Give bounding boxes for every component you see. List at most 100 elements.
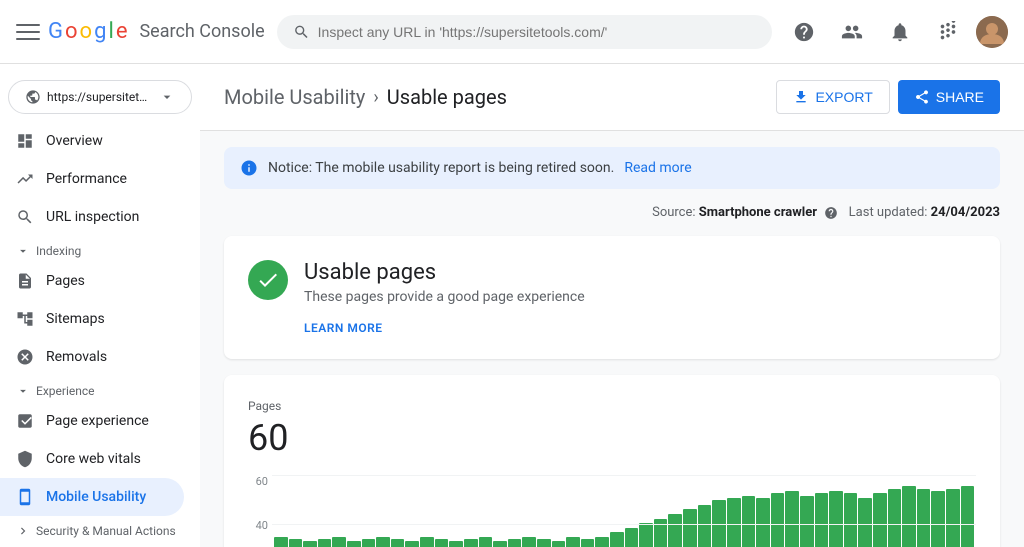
sidebar-item-mobile-usability[interactable]: Mobile Usability <box>0 478 184 516</box>
logo-g-blue: G <box>48 19 63 44</box>
bar <box>376 537 390 547</box>
sidebar-item-page-experience[interactable]: Page experience <box>0 402 184 440</box>
cwv-icon <box>16 450 34 468</box>
bar <box>508 539 522 547</box>
bar <box>479 537 493 547</box>
check-icon <box>256 268 280 292</box>
breadcrumb-current: Usable pages <box>387 85 507 109</box>
chart-area: 60 40 20 0 <box>248 475 976 547</box>
bar <box>683 509 697 547</box>
bar <box>362 539 376 547</box>
logo-g2-blue: g <box>94 19 106 44</box>
header-actions: EXPORT SHARE <box>776 80 1000 114</box>
sidebar-item-sitemaps[interactable]: Sitemaps <box>0 300 184 338</box>
experience-section[interactable]: Experience <box>0 376 200 402</box>
share-button[interactable]: SHARE <box>898 80 1000 114</box>
bar <box>639 523 653 547</box>
indexing-label: Indexing <box>36 244 81 258</box>
bar <box>537 539 551 547</box>
overview-label: Overview <box>46 133 103 149</box>
bar <box>435 539 449 547</box>
url-inspection-label: URL inspection <box>46 209 139 225</box>
topbar-actions <box>784 12 1008 52</box>
bar <box>391 539 405 547</box>
source-value: Smartphone crawler <box>699 205 817 220</box>
notifications-icon[interactable] <box>880 12 920 52</box>
logo-o-red: o <box>65 19 78 44</box>
bar <box>931 491 945 547</box>
bar <box>771 493 785 547</box>
chart-with-xaxis: 25/01/2023 06/02/2023 18/02/2023 02/03/2… <box>272 475 976 547</box>
main-body: Notice: The mobile usability report is b… <box>200 131 1024 547</box>
y-axis: 60 40 20 0 <box>248 475 272 547</box>
sidebar-item-performance[interactable]: Performance <box>0 160 184 198</box>
bar <box>668 514 682 547</box>
status-desc: These pages provide a good page experien… <box>304 289 976 305</box>
indexing-section[interactable]: Indexing <box>0 236 200 262</box>
breadcrumb-separator: › <box>373 87 378 108</box>
bar <box>858 498 872 547</box>
notice-banner: Notice: The mobile usability report is b… <box>224 147 1000 189</box>
apps-icon[interactable] <box>928 12 968 52</box>
source-help-icon[interactable] <box>824 206 838 220</box>
bar <box>800 496 814 547</box>
bar <box>844 493 858 547</box>
search-input[interactable] <box>318 24 756 40</box>
read-more-link[interactable]: Read more <box>624 160 691 176</box>
layout: https://supersitetoo... Overview Perform… <box>0 64 1024 547</box>
bar <box>405 541 419 547</box>
experience-label: Experience <box>36 384 95 398</box>
chevron-down-icon <box>16 244 30 258</box>
status-title: Usable pages <box>304 260 976 285</box>
sidebar-item-core-web-vitals[interactable]: Core web vitals <box>0 440 184 478</box>
bar <box>873 493 887 547</box>
help-icon[interactable] <box>784 12 824 52</box>
mobile-icon <box>16 488 34 506</box>
bar <box>727 498 741 547</box>
status-card: Usable pages These pages provide a good … <box>224 236 1000 359</box>
bar <box>888 489 902 547</box>
info-icon <box>240 159 258 177</box>
security-section[interactable]: Security & Manual Actions <box>0 516 200 542</box>
status-content: Usable pages These pages provide a good … <box>304 260 976 335</box>
overview-icon <box>16 132 34 150</box>
share-icon <box>914 89 930 105</box>
bar <box>289 539 303 547</box>
legacy-section[interactable]: Legacy tools and reports <box>0 542 200 547</box>
sidebar-item-pages[interactable]: Pages <box>0 262 184 300</box>
accounts-icon[interactable] <box>832 12 872 52</box>
bar <box>566 537 580 547</box>
bar <box>274 537 288 547</box>
sidebar: https://supersitetoo... Overview Perform… <box>0 64 200 547</box>
site-selector[interactable]: https://supersitetoo... <box>8 80 192 114</box>
main-header: Mobile Usability › Usable pages EXPORT S… <box>200 64 1024 131</box>
status-icon <box>248 260 288 300</box>
sidebar-item-url-inspection[interactable]: URL inspection <box>0 198 184 236</box>
breadcrumb-parent[interactable]: Mobile Usability <box>224 85 365 109</box>
breadcrumb: Mobile Usability › Usable pages <box>224 85 507 109</box>
learn-more-button[interactable]: LEARN MORE <box>304 321 976 335</box>
topbar: Google Search Console <box>0 0 1024 64</box>
export-button[interactable]: EXPORT <box>776 80 889 114</box>
bar <box>902 486 916 547</box>
bar <box>742 496 756 547</box>
chart-card: Pages 60 60 40 20 0 <box>224 375 1000 547</box>
bar <box>493 541 507 547</box>
bar <box>420 537 434 547</box>
bar <box>829 491 843 547</box>
bar <box>815 493 829 547</box>
last-updated-value: 24/04/2023 <box>931 205 1000 220</box>
bar <box>522 537 536 547</box>
search-bar[interactable] <box>277 15 772 49</box>
logo-o-yellow: o <box>80 19 93 44</box>
chevron-down-icon2 <box>16 384 30 398</box>
dropdown-icon <box>159 89 175 105</box>
bar <box>625 528 639 547</box>
menu-icon[interactable] <box>16 20 40 44</box>
avatar[interactable] <box>976 16 1008 48</box>
bars-container <box>272 475 976 547</box>
sidebar-item-removals[interactable]: Removals <box>0 338 184 376</box>
sidebar-item-overview[interactable]: Overview <box>0 122 184 160</box>
grid-line-60 <box>272 475 976 476</box>
last-updated-label: Last updated: <box>849 205 928 220</box>
